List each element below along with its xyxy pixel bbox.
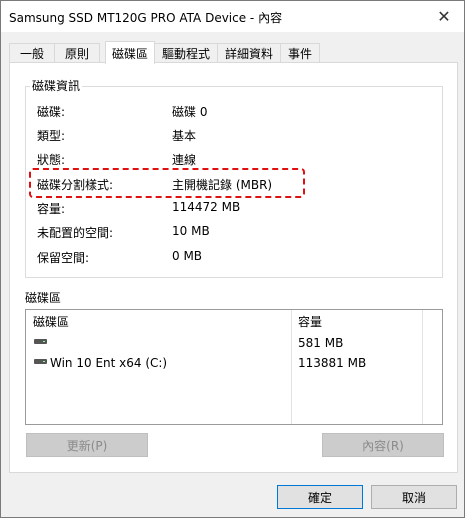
reserved-label: 保留空間: xyxy=(37,251,90,265)
title-bar: Samsung SSD MT120G PRO ATA Device - 內容 ✕ xyxy=(1,1,464,32)
cancel-button[interactable]: 取消 xyxy=(371,485,457,509)
properties-window: Samsung SSD MT120G PRO ATA Device - 內容 ✕… xyxy=(0,0,465,518)
disk-info-group-label: 磁碟資訊 xyxy=(30,77,83,94)
volume-capacity: 581 MB xyxy=(298,336,344,350)
disk-icon xyxy=(34,359,47,364)
tab-driver[interactable]: 驅動程式 xyxy=(154,43,218,63)
volume-capacity: 113881 MB xyxy=(298,356,367,370)
type-value: 基本 xyxy=(172,129,197,143)
column-header-capacity[interactable]: 容量 xyxy=(298,313,322,330)
unallocated-value: 10 MB xyxy=(172,224,210,238)
status-label: 狀態: xyxy=(37,153,66,167)
volumes-group-label: 磁碟區 xyxy=(25,291,62,305)
refresh-button[interactable]: 更新(P) xyxy=(26,433,148,457)
tab-details[interactable]: 詳細資料 xyxy=(217,43,281,63)
capacity-value: 114472 MB xyxy=(172,200,241,214)
volumes-list-header: 磁碟區 容量 xyxy=(26,310,442,330)
ok-button[interactable]: 確定 xyxy=(277,485,363,509)
close-icon: ✕ xyxy=(437,7,451,26)
close-button[interactable]: ✕ xyxy=(424,1,464,32)
reserved-value: 0 MB xyxy=(172,249,203,263)
list-item[interactable]: Win 10 Ent x64 (C:) 113881 MB xyxy=(26,353,442,373)
disk-label: 磁碟: xyxy=(37,105,66,119)
window-title: Samsung SSD MT120G PRO ATA Device - 內容 xyxy=(9,11,283,25)
volumes-tab-panel: 磁碟資訊 磁碟: 磁碟 0 類型: 基本 狀態: 連線 磁碟分割樣式: 主開機記… xyxy=(9,62,458,473)
list-item[interactable]: 581 MB xyxy=(26,333,442,353)
tab-events[interactable]: 事件 xyxy=(280,43,320,63)
volume-name: Win 10 Ent x64 (C:) xyxy=(50,356,168,370)
unallocated-label: 未配置的空間: xyxy=(37,226,114,240)
tab-general[interactable]: 一般 xyxy=(9,43,55,63)
column-header-volume[interactable]: 磁碟區 xyxy=(33,313,69,330)
capacity-label: 容量: xyxy=(37,202,66,216)
status-value: 連線 xyxy=(172,153,197,167)
volumes-list[interactable]: 磁碟區 容量 581 MB Win 10 Ent x64 (C:) 113881… xyxy=(25,309,443,425)
properties-button[interactable]: 內容(R) xyxy=(322,433,444,457)
partition-style-highlight xyxy=(29,168,305,198)
type-label: 類型: xyxy=(37,129,66,143)
tab-policies[interactable]: 原則 xyxy=(54,43,100,63)
tab-volumes[interactable]: 磁碟區 xyxy=(105,41,155,64)
disk-value: 磁碟 0 xyxy=(172,105,208,119)
disk-icon xyxy=(34,339,47,344)
